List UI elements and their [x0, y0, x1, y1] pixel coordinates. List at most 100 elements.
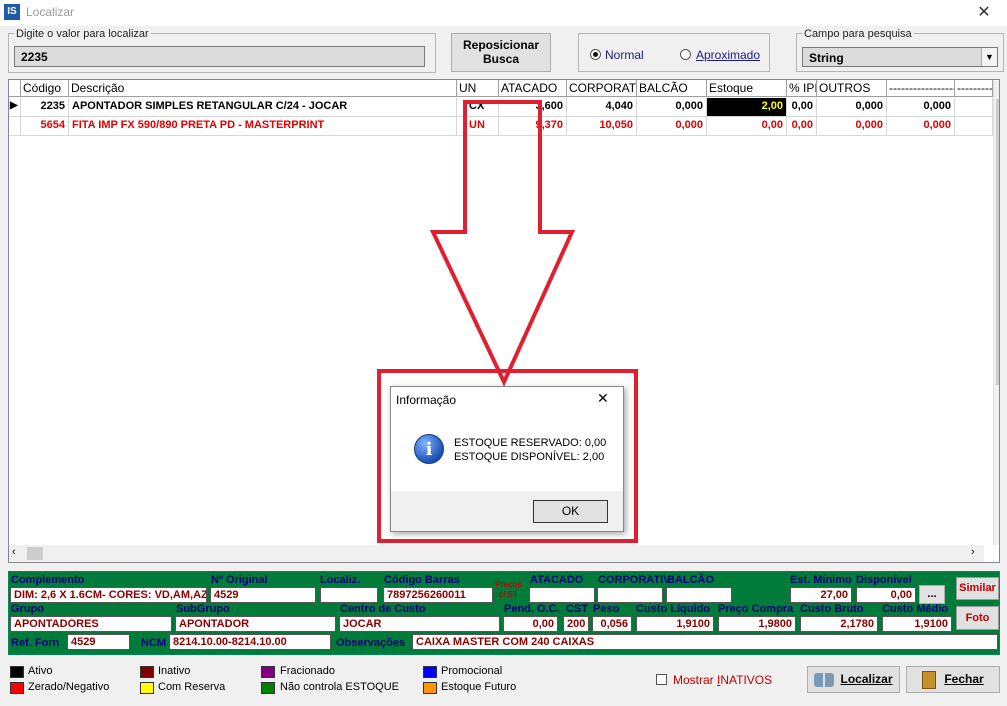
foto-button[interactable]: Foto [956, 606, 999, 630]
legend-label-promocional: Promocional [441, 665, 503, 677]
pend-label: Pend. O.C. [504, 603, 560, 615]
grupo-field[interactable]: APONTADORES [10, 616, 172, 632]
cell-outros[interactable]: 0,000 [817, 98, 887, 117]
cell-desc[interactable]: FITA IMP FX 590/890 PRETA PD - MASTERPRI… [69, 117, 457, 136]
est-min-label: Est. Mínimo [790, 574, 852, 586]
complemento-label: Complemento [11, 574, 85, 586]
original-label: Nº Original [211, 574, 268, 586]
normal-radio-label[interactable]: Normal [605, 48, 644, 62]
centro-field[interactable]: JOCAR [339, 616, 500, 632]
corporativo-field[interactable] [597, 587, 663, 603]
cst-field[interactable]: 200 [563, 616, 589, 632]
pend-field[interactable]: 0,00 [503, 616, 558, 632]
dialog-title: Informação [396, 393, 457, 407]
app-icon: IS [4, 4, 20, 20]
header-balcao[interactable]: BALCÃO [637, 80, 707, 97]
cell-desc[interactable]: APONTADOR SIMPLES RETANGULAR C/24 - JOCA… [69, 98, 457, 117]
cell-code[interactable]: 2235 [21, 98, 69, 117]
atacado-field[interactable] [529, 587, 595, 603]
scroll-up-icon[interactable]: ▲ [997, 84, 999, 94]
header-col11[interactable]: ----------- [955, 80, 993, 97]
cell-estoque[interactable]: 0,00 [707, 117, 787, 136]
disponivel-field[interactable]: 0,00 [856, 587, 916, 603]
cell-balcao[interactable]: 0,000 [637, 98, 707, 117]
scroll-right-icon[interactable]: › [971, 546, 975, 558]
preco-compra-field[interactable]: 1,9800 [718, 616, 796, 632]
balcao-field[interactable] [666, 587, 732, 603]
header-atacado[interactable]: ATACADO [499, 80, 567, 97]
localiz-field[interactable] [320, 587, 378, 603]
dialog-close-icon[interactable]: ✕ [597, 390, 609, 407]
cell-ipi[interactable]: 0,00 [787, 98, 817, 117]
approx-radio-label[interactable]: Aproximado [696, 48, 760, 62]
cell-ipi[interactable]: 0,00 [787, 117, 817, 136]
peso-field[interactable]: 0,056 [592, 616, 632, 632]
grid-header-indicator [9, 80, 21, 97]
header-un[interactable]: UN [457, 80, 499, 97]
complemento-field[interactable]: DIM: 2,6 X 1.6CM- CORES: VD,AM,AZ, [10, 587, 207, 603]
obs-field[interactable]: CAIXA MASTER COM 240 CAIXAS [412, 634, 998, 650]
title-bar: IS Localizar ✕ [0, 0, 1007, 26]
hscroll-thumb[interactable] [27, 547, 43, 560]
field-select[interactable]: String ▼ [802, 47, 998, 67]
localiz-label: Localiz. [320, 574, 361, 586]
header-descricao[interactable]: Descrição [69, 80, 457, 97]
legend-swatch-futuro [423, 682, 437, 694]
ref-field[interactable]: 4529 [67, 634, 130, 650]
fechar-button[interactable]: Fechar [906, 666, 1000, 693]
legend-label-zerado: Zerado/Negativo [28, 681, 110, 693]
custo-medio-field[interactable]: 1,9100 [882, 616, 952, 632]
obs-label: Observações [336, 637, 406, 649]
horizontal-scrollbar[interactable]: ‹ › [9, 545, 984, 562]
original-field[interactable]: 4529 [210, 587, 316, 603]
est-min-field[interactable]: 27,00 [790, 587, 852, 603]
grupo-label: Grupo [11, 603, 44, 615]
ncm-field[interactable]: 8214.10.00-8214.10.00 [169, 634, 331, 650]
header-corporativo[interactable]: CORPORATIV [567, 80, 637, 97]
header-estoque[interactable]: Estoque [707, 80, 787, 97]
normal-radio[interactable] [590, 49, 601, 60]
cell-col11[interactable] [955, 98, 993, 117]
legend-label-ativo: Ativo [28, 665, 53, 677]
custo-bruto-field[interactable]: 2,1780 [800, 616, 878, 632]
cell-col11[interactable] [955, 117, 993, 136]
header-ipi[interactable]: % IPI [787, 80, 817, 97]
search-input[interactable]: 2235 [14, 46, 425, 67]
header-col10[interactable]: ----------------- [887, 80, 955, 97]
close-window-button[interactable]: ✕ [966, 2, 1002, 24]
barras-field[interactable]: 7897256260011 [383, 587, 493, 603]
cst-label: CST [566, 603, 588, 615]
scroll-left-icon[interactable]: ‹ [12, 546, 16, 558]
centro-label: Centro de Custo [340, 603, 426, 615]
header-codigo[interactable]: Código [21, 80, 69, 97]
cell-estoque[interactable]: 2,00 [707, 98, 787, 117]
binoculars-icon [814, 672, 835, 687]
row-indicator-icon: ▶ [9, 98, 21, 117]
ok-button[interactable]: OK [533, 500, 608, 523]
ellipsis-button[interactable]: ... [919, 585, 945, 604]
reposition-search-button[interactable]: Reposicionar Busca [451, 33, 551, 72]
cell-outros[interactable]: 0,000 [817, 117, 887, 136]
header-outros[interactable]: OUTROS [817, 80, 887, 97]
scroll-down-icon[interactable]: ▼ [997, 531, 999, 541]
subgrupo-field[interactable]: APONTADOR [175, 616, 336, 632]
localizar-button[interactable]: Localizar [807, 666, 900, 693]
cell-col10[interactable]: 0,000 [887, 98, 955, 117]
similar-button[interactable]: Similar [956, 577, 999, 600]
cell-col10[interactable]: 0,000 [887, 117, 955, 136]
custo-liq-field[interactable]: 1,9100 [636, 616, 714, 632]
approx-radio[interactable] [680, 49, 691, 60]
legend-swatch-nao-controla [261, 682, 275, 694]
reposition-line2: Busca [482, 52, 520, 66]
info-icon: i [414, 434, 444, 464]
cell-balcao[interactable]: 0,000 [637, 117, 707, 136]
legend-swatch-ativo [10, 666, 24, 678]
scroll-thumb[interactable] [996, 99, 999, 385]
show-inactive-checkbox[interactable] [656, 674, 667, 685]
chevron-down-icon[interactable]: ▼ [981, 48, 997, 66]
window-title: Localizar [26, 5, 75, 19]
legend-swatch-zerado [10, 682, 24, 694]
cell-code[interactable]: 5654 [21, 117, 69, 136]
vertical-scrollbar[interactable]: ▲ ▼ [993, 81, 999, 545]
show-inactive-label[interactable]: Mostrar INATIVOS [673, 673, 772, 687]
